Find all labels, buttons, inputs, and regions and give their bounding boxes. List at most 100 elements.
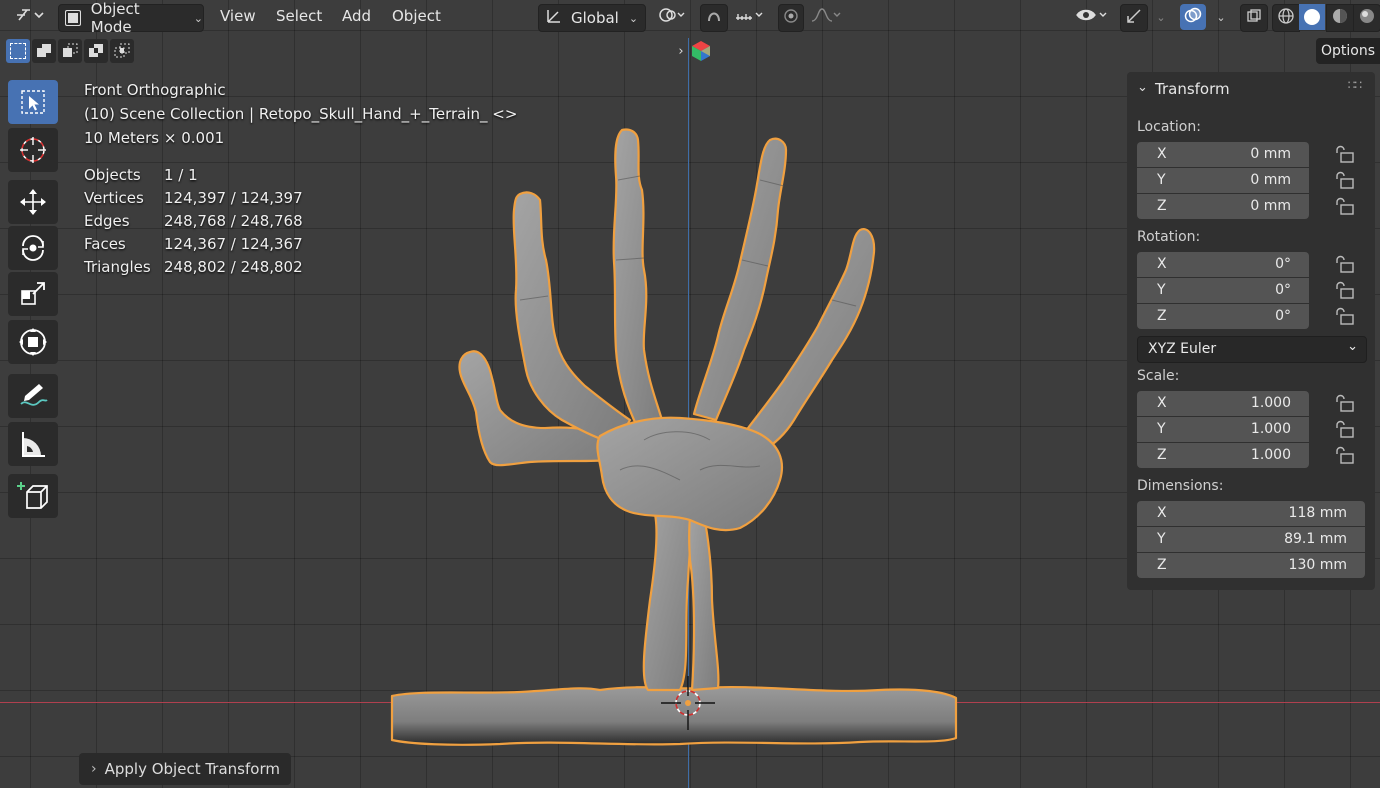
lock-icon[interactable]: [1333, 446, 1355, 466]
location-x-field[interactable]: X 0 mm: [1137, 142, 1309, 167]
wireframe-shading-button[interactable]: [1272, 4, 1300, 32]
select-box-tool[interactable]: [8, 80, 58, 124]
field-value: 1.000: [1250, 447, 1291, 463]
object-mode-dropdown[interactable]: Object Mode ⌄: [58, 0, 204, 36]
select-subtract-icon: [63, 43, 78, 57]
falloff-dropdown[interactable]: [806, 4, 846, 30]
rotation-mode-dropdown[interactable]: XYZ Euler ⌄: [1137, 336, 1367, 363]
visibility-dropdown[interactable]: [1070, 4, 1114, 30]
gizmo-dropdown[interactable]: ⌄: [1148, 4, 1170, 30]
location-y-field[interactable]: Y 0 mm: [1137, 168, 1309, 193]
measure-tool[interactable]: [8, 422, 58, 466]
scale-y-field[interactable]: Y 1.000: [1137, 417, 1309, 442]
overlay-toggle[interactable]: [1180, 4, 1206, 30]
rotation-y-field[interactable]: Y 0°: [1137, 278, 1309, 303]
editor-type-button[interactable]: [10, 4, 50, 30]
lock-icon[interactable]: [1333, 394, 1355, 414]
visibility-icon: [1075, 6, 1109, 28]
select-subtract-button[interactable]: [58, 39, 82, 63]
transform-orientation-dropdown[interactable]: Global ⌄: [538, 4, 646, 32]
chevron-down-icon: ⌄: [1216, 10, 1226, 24]
dimensions-y-field[interactable]: Y 89.1 mm: [1137, 527, 1365, 552]
axis-label: Y: [1157, 531, 1166, 547]
snap-toggle[interactable]: [700, 4, 728, 32]
material-shading-button[interactable]: [1326, 4, 1354, 32]
rotation-z-field[interactable]: Z 0°: [1137, 304, 1309, 329]
axis-label: Y: [1157, 172, 1166, 188]
navigation-gizmo-icon[interactable]: [690, 40, 712, 62]
transform-panel-header[interactable]: ⌄ Transform ∷∷: [1127, 72, 1375, 106]
overlay-dropdown[interactable]: ⌄: [1208, 4, 1230, 30]
rotate-tool[interactable]: [8, 226, 58, 270]
rendered-shading-icon: [1358, 7, 1376, 29]
last-operator-panel[interactable]: › Apply Object Transform: [79, 753, 291, 785]
proportional-edit-toggle[interactable]: [778, 4, 804, 32]
chevron-down-icon: ⌄: [1137, 80, 1148, 95]
add-cube-tool[interactable]: [8, 474, 58, 518]
stat-value-objects: 1 / 1: [164, 166, 198, 184]
axis-label: Z: [1157, 308, 1167, 324]
axis-label: Z: [1157, 447, 1167, 463]
stat-value-faces: 124,367 / 124,367: [164, 235, 303, 253]
cursor-tool[interactable]: [8, 128, 58, 172]
axis-label: X: [1157, 146, 1167, 162]
pivot-point-dropdown[interactable]: [652, 4, 692, 30]
xray-toggle[interactable]: [1240, 4, 1268, 32]
scale-tool[interactable]: [8, 272, 58, 316]
menu-object[interactable]: Object: [392, 7, 441, 25]
lock-icon[interactable]: [1333, 255, 1355, 275]
select-intersect-button[interactable]: [110, 39, 134, 63]
rotation-label: Rotation:: [1137, 229, 1201, 245]
lock-icon[interactable]: [1333, 307, 1355, 327]
menu-select[interactable]: Select: [276, 7, 322, 25]
transform-orientation-icon: [545, 7, 563, 29]
field-value: 0 mm: [1250, 172, 1291, 188]
annotate-tool[interactable]: [8, 374, 58, 418]
object-mode-icon: [65, 10, 81, 26]
dimensions-x-field[interactable]: X 118 mm: [1137, 501, 1365, 526]
transform-panel-title: Transform: [1155, 80, 1230, 98]
snap-target-dropdown[interactable]: [728, 4, 770, 30]
field-value: 1.000: [1250, 421, 1291, 437]
collection-info: (10) Scene Collection | Retopo_Skull_Han…: [84, 105, 518, 123]
scale-label: Scale:: [1137, 368, 1180, 384]
field-value: 0°: [1275, 282, 1291, 298]
select-extend-button[interactable]: [32, 39, 56, 63]
lock-icon[interactable]: [1333, 197, 1355, 217]
location-z-field[interactable]: Z 0 mm: [1137, 194, 1309, 219]
axis-label: Y: [1157, 282, 1166, 298]
options-tab[interactable]: Options: [1316, 38, 1380, 64]
lock-icon[interactable]: [1333, 171, 1355, 191]
material-shading-icon: [1331, 7, 1349, 29]
stat-label-faces: Faces: [84, 235, 126, 253]
rendered-shading-button[interactable]: [1353, 4, 1380, 32]
axis-label: X: [1157, 395, 1167, 411]
transform-tool[interactable]: [8, 320, 58, 364]
scale-x-field[interactable]: X 1.000: [1137, 391, 1309, 416]
lock-icon[interactable]: [1333, 420, 1355, 440]
lock-icon[interactable]: [1333, 281, 1355, 301]
select-difference-button[interactable]: [84, 39, 108, 63]
select-box-icon: [10, 43, 26, 59]
orientation-label: Global: [571, 9, 619, 27]
dimensions-z-field[interactable]: Z 130 mm: [1137, 553, 1365, 578]
move-tool[interactable]: [8, 180, 58, 224]
expand-arrow-button[interactable]: ›: [674, 40, 688, 62]
scale-z-field[interactable]: Z 1.000: [1137, 443, 1309, 468]
location-label: Location:: [1137, 119, 1201, 135]
menu-view[interactable]: View: [220, 7, 256, 25]
gizmo-toggle[interactable]: [1120, 4, 1148, 32]
last-operator-label: Apply Object Transform: [104, 760, 280, 778]
snap-icon: [705, 7, 723, 29]
lock-icon[interactable]: [1333, 145, 1355, 165]
menu-add[interactable]: Add: [342, 7, 371, 25]
rotation-x-field[interactable]: X 0°: [1137, 252, 1309, 277]
axis-label: Z: [1157, 557, 1167, 573]
select-new-button[interactable]: [6, 39, 30, 63]
annotate-icon: [20, 384, 48, 406]
drag-handle-icon[interactable]: ∷∷: [1348, 78, 1362, 92]
pivot-icon: [658, 6, 686, 28]
move-icon: [20, 189, 46, 215]
solid-shading-button[interactable]: [1299, 4, 1325, 30]
field-value: 0°: [1275, 256, 1291, 272]
